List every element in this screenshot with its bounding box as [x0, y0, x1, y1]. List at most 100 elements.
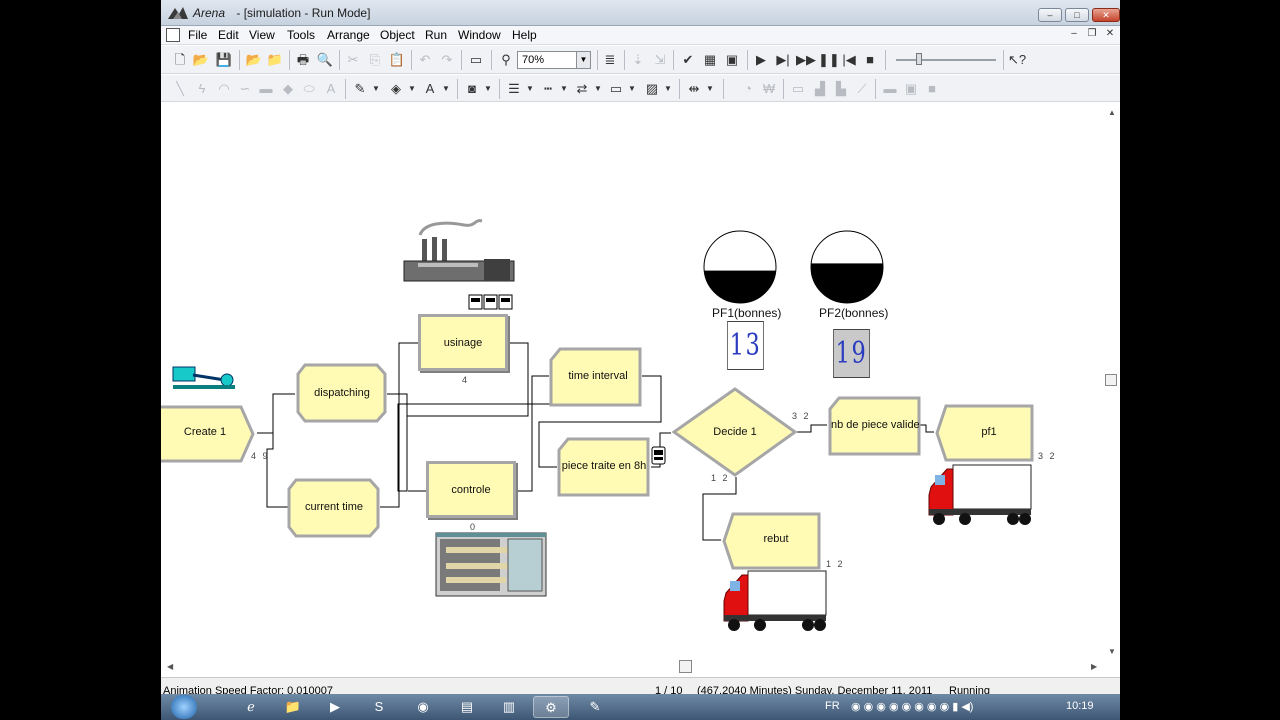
- polyline-icon[interactable]: ϟ: [193, 80, 211, 98]
- save-icon[interactable]: 💾: [215, 51, 233, 69]
- internet-explorer-icon[interactable]: ℯ: [233, 696, 269, 718]
- menu-tools[interactable]: Tools: [287, 28, 315, 42]
- chevron-down-icon[interactable]: ▼: [555, 80, 573, 98]
- arc-icon[interactable]: ◠: [215, 80, 233, 98]
- menu-arrange[interactable]: Arrange: [327, 28, 370, 42]
- chevron-down-icon[interactable]: ▼: [437, 80, 455, 98]
- chrome-icon[interactable]: ◉: [405, 696, 441, 718]
- close-button[interactable]: ✕: [1092, 8, 1120, 22]
- mdi-restore-button[interactable]: ❐: [1085, 28, 1099, 41]
- level-icon[interactable]: ▟: [811, 80, 829, 98]
- connect-icon[interactable]: ⇲: [651, 51, 669, 69]
- minimize-button[interactable]: –: [1038, 8, 1062, 22]
- zoom-select[interactable]: 70% ▼: [517, 51, 591, 69]
- horizontal-scroll-thumb[interactable]: [679, 660, 692, 673]
- scroll-left-icon[interactable]: ◀: [167, 662, 173, 671]
- controle-module[interactable]: controle: [426, 461, 516, 518]
- notepad-icon[interactable]: ▥: [491, 696, 527, 718]
- chevron-down-icon[interactable]: ▼: [576, 52, 590, 68]
- template-attach-icon[interactable]: 📂: [245, 51, 263, 69]
- undo-icon[interactable]: ↶: [416, 51, 434, 69]
- arena-task-icon[interactable]: ⚙: [533, 696, 569, 718]
- stop-icon[interactable]: ■: [861, 51, 879, 69]
- paint-icon[interactable]: ✎: [577, 696, 613, 718]
- menu-run[interactable]: Run: [425, 28, 447, 42]
- scroll-right-icon[interactable]: ▶: [1091, 662, 1097, 671]
- polygon-icon[interactable]: ◆: [279, 80, 297, 98]
- queue-icon[interactable]: ▬: [881, 80, 899, 98]
- chevron-down-icon[interactable]: ▼: [589, 80, 607, 98]
- paste-icon[interactable]: 📋: [388, 51, 406, 69]
- plot-icon[interactable]: ⟋: [853, 80, 871, 98]
- mdi-close-button[interactable]: ✕: [1103, 28, 1117, 41]
- scroll-up-icon[interactable]: ▲: [1108, 108, 1116, 117]
- line-icon[interactable]: ╲: [171, 80, 189, 98]
- new-file-icon[interactable]: 🗋: [171, 51, 189, 69]
- start-button[interactable]: [171, 695, 197, 719]
- histogram-icon[interactable]: ▙: [832, 80, 850, 98]
- animation-speed-slider[interactable]: [896, 53, 996, 67]
- open-folder-icon[interactable]: 📂: [192, 51, 210, 69]
- tray-icons[interactable]: ◉ ◉ ◉ ◉ ◉ ◉ ◉ ◉ ▮ ◀): [851, 700, 973, 713]
- global-icon[interactable]: ■: [923, 80, 941, 98]
- fast-forward-icon[interactable]: ▶▶: [796, 51, 816, 69]
- screen-capture-icon[interactable]: ▣: [723, 51, 741, 69]
- date-icon[interactable]: ₩: [760, 80, 778, 98]
- clock[interactable]: 10:19: [1066, 700, 1094, 712]
- pause-icon[interactable]: ❚❚: [818, 51, 840, 69]
- resource-icon[interactable]: ▣: [902, 80, 920, 98]
- vertical-scrollbar[interactable]: ▲ ▼: [1103, 103, 1120, 659]
- restart-icon[interactable]: |◀: [840, 51, 858, 69]
- mdi-minimize-button[interactable]: –: [1067, 28, 1081, 41]
- text-icon[interactable]: A: [322, 80, 340, 98]
- box-icon[interactable]: ▬: [257, 80, 275, 98]
- usinage-module[interactable]: usinage: [418, 314, 508, 371]
- chevron-down-icon[interactable]: ▼: [367, 80, 385, 98]
- pf2-level-gauge: [810, 230, 884, 304]
- scroll-down-icon[interactable]: ▼: [1108, 647, 1116, 656]
- context-help-icon[interactable]: ↖?: [1008, 51, 1026, 69]
- chevron-down-icon[interactable]: ▼: [521, 80, 539, 98]
- model-canvas[interactable]: Create 1 4 9 dispatching current time us…: [161, 103, 1103, 659]
- step-icon[interactable]: ▶|: [774, 51, 792, 69]
- layers-icon[interactable]: ≣: [601, 51, 619, 69]
- winrar-icon[interactable]: ▤: [449, 696, 485, 718]
- slider-thumb[interactable]: [916, 53, 922, 65]
- view-window-icon[interactable]: ▭: [467, 51, 485, 69]
- chevron-down-icon[interactable]: ▼: [479, 80, 497, 98]
- print-preview-icon[interactable]: 🔍: [316, 51, 334, 69]
- zoom-icon[interactable]: ⚲: [497, 51, 515, 69]
- language-indicator[interactable]: FR: [825, 700, 840, 712]
- bezier-icon[interactable]: ∽: [236, 80, 254, 98]
- clock-icon[interactable]: ◔: [739, 80, 757, 98]
- chevron-down-icon[interactable]: ▼: [403, 80, 421, 98]
- maximize-button[interactable]: □: [1065, 8, 1089, 22]
- menu-object[interactable]: Object: [380, 28, 415, 42]
- template-detach-icon[interactable]: 📁: [266, 51, 284, 69]
- chevron-down-icon[interactable]: ▼: [701, 80, 719, 98]
- menu-view[interactable]: View: [249, 28, 275, 42]
- skype-icon[interactable]: S: [361, 696, 397, 718]
- play-icon[interactable]: ▶: [752, 51, 770, 69]
- menu-window[interactable]: Window: [458, 28, 501, 42]
- menu-edit[interactable]: Edit: [218, 28, 239, 42]
- document-icon[interactable]: [166, 28, 180, 42]
- variable-icon[interactable]: ▭: [789, 80, 807, 98]
- media-player-icon[interactable]: ▶: [317, 696, 353, 718]
- submodel-down-icon[interactable]: ⇣: [629, 51, 647, 69]
- chevron-down-icon[interactable]: ▼: [623, 80, 641, 98]
- explorer-folder-icon[interactable]: 📁: [275, 696, 311, 718]
- cut-icon[interactable]: ✂: [344, 51, 362, 69]
- status-speed: Animation Speed Factor: 0.010007: [163, 685, 334, 694]
- check-model-icon[interactable]: ✔: [679, 51, 697, 69]
- horizontal-scrollbar[interactable]: ◀ ▶: [161, 659, 1103, 675]
- ellipse-icon[interactable]: ⬭: [300, 80, 318, 98]
- copy-icon[interactable]: ⎘: [366, 51, 384, 69]
- vertical-scroll-thumb[interactable]: [1105, 374, 1117, 386]
- chevron-down-icon[interactable]: ▼: [659, 80, 677, 98]
- menu-help[interactable]: Help: [512, 28, 537, 42]
- redo-icon[interactable]: ↷: [438, 51, 456, 69]
- menu-file[interactable]: File: [188, 28, 207, 42]
- report-icon[interactable]: ▦: [701, 51, 719, 69]
- print-icon[interactable]: 🖶: [294, 51, 312, 69]
